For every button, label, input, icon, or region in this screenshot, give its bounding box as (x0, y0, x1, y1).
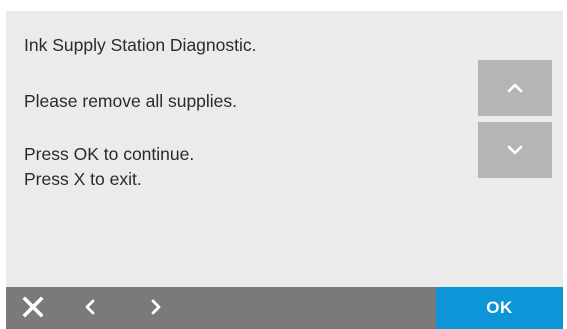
close-button[interactable] (16, 287, 50, 329)
bottom-navigation-bar: OK (6, 287, 563, 329)
scroll-up-button[interactable] (478, 60, 552, 116)
dialog-title: Ink Supply Station Diagnostic. (24, 35, 257, 55)
printer-screen: Ink Supply Station Diagnostic. Please re… (0, 0, 567, 329)
close-icon (22, 295, 44, 321)
dialog-panel: Ink Supply Station Diagnostic. Please re… (6, 11, 563, 287)
ok-button[interactable]: OK (436, 287, 563, 329)
chevron-left-icon (85, 299, 95, 318)
continue-hint-text: Press OK to continue. (24, 144, 195, 164)
previous-button[interactable] (76, 287, 104, 329)
chevron-down-icon (507, 145, 523, 155)
chevron-right-icon (151, 299, 161, 318)
next-button[interactable] (142, 287, 170, 329)
scroll-down-button[interactable] (478, 122, 552, 178)
instruction-text: Please remove all supplies. (24, 91, 238, 111)
exit-hint-text: Press X to exit. (24, 169, 142, 189)
chevron-up-icon (507, 83, 523, 93)
